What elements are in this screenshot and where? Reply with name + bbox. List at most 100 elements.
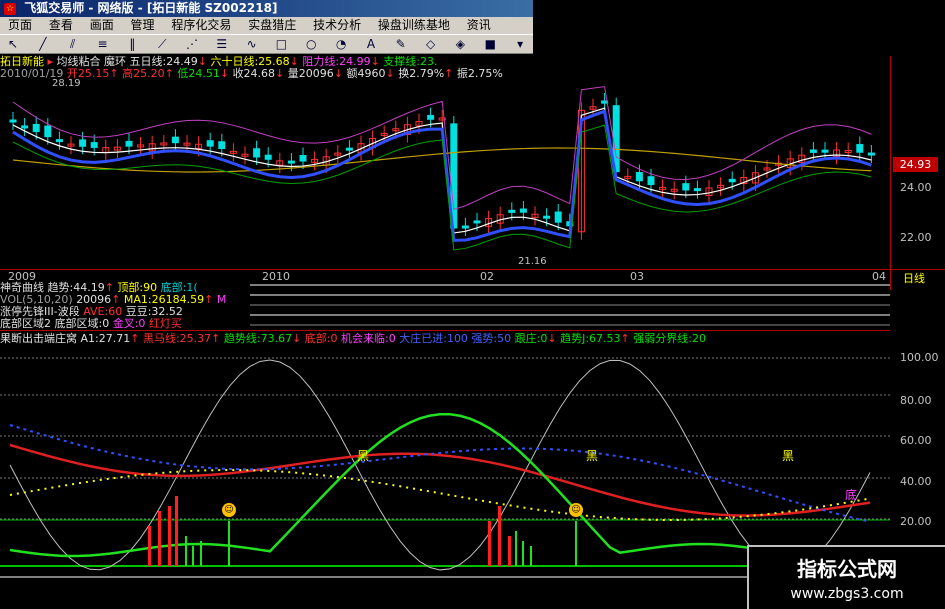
- genzhuang-value: 跟庄:0: [514, 332, 548, 345]
- smiley-icon: ☺: [569, 503, 583, 517]
- candle-body: [125, 140, 133, 147]
- candle-body: [287, 160, 295, 164]
- candle-body: [427, 115, 435, 120]
- candle-body: [90, 142, 98, 148]
- more-icon[interactable]: ▾: [512, 36, 528, 52]
- qiangruo-value: 强弱分界线:20: [633, 332, 706, 345]
- candle-body: [543, 215, 551, 219]
- green-bar: [530, 546, 532, 566]
- candlestick-chart[interactable]: [0, 80, 890, 270]
- qiangshi-value: 强势:50: [471, 332, 512, 345]
- bottom-indicator-name[interactable]: 果断出击端庄窝: [0, 332, 77, 345]
- red-light-value: 红灯买: [148, 317, 182, 330]
- watermark-url: www.zbgs3.com: [790, 586, 904, 602]
- menu-item-hunt[interactable]: 实盘猎庄: [240, 17, 301, 34]
- bottom-area-value: 底部区域:0: [54, 317, 110, 330]
- text-icon[interactable]: A: [363, 36, 379, 52]
- red-bar: [508, 536, 511, 566]
- red-bar: [498, 506, 501, 566]
- indicator-name-4[interactable]: 底部区域2: [0, 317, 51, 330]
- high-value: 高25.20: [122, 67, 165, 80]
- candle-body: [264, 154, 272, 160]
- red-bar: [168, 506, 171, 566]
- heima-value: 黑马线:25.37: [142, 332, 212, 345]
- candle-body: [253, 148, 261, 158]
- wave-icon[interactable]: ∿: [244, 36, 260, 52]
- candle-body: [856, 144, 864, 153]
- qushi-value: 趋势线:73.67: [223, 332, 293, 345]
- turnover-value: 换2.79%: [398, 67, 445, 80]
- menu-bar: 页面 查看 画面 管理 程序化交易 实盘猎庄 技术分析 操盘训练基地 资讯: [0, 17, 533, 34]
- window-title: 飞狐交易师 - 网络版 - [拓日新能 SZ002218]: [24, 1, 278, 15]
- a1-value: A1:27.71: [80, 332, 131, 345]
- line-icon[interactable]: ╱: [35, 36, 51, 52]
- candle-body: [79, 139, 87, 147]
- channel-icon[interactable]: ≡: [94, 36, 110, 52]
- candle-body: [218, 141, 226, 150]
- candle-body: [647, 176, 655, 186]
- gann-icon[interactable]: ⋰: [184, 36, 200, 52]
- amount-value: 额4960: [346, 67, 386, 80]
- menu-item-program-trade[interactable]: 程序化交易: [163, 17, 236, 34]
- red-bar: [148, 526, 151, 566]
- red-bar: [158, 511, 161, 566]
- green-bar: [200, 541, 202, 566]
- smiley-icon: ☺: [222, 503, 236, 517]
- menu-item-page[interactable]: 页面: [0, 17, 37, 34]
- blue-ma-line: [12, 109, 872, 242]
- hei-mark-2: 黑: [586, 449, 599, 463]
- fib-icon[interactable]: ☰: [214, 36, 230, 52]
- osc-tick-100: 100.00: [900, 351, 939, 364]
- green-bar: [575, 521, 577, 566]
- paint-icon[interactable]: ✎: [393, 36, 409, 52]
- candle-body: [519, 208, 527, 213]
- menu-item-screen[interactable]: 画面: [82, 17, 119, 34]
- ellipse-icon[interactable]: ○: [303, 36, 319, 52]
- candle-body: [682, 183, 690, 191]
- period-label[interactable]: 日线: [903, 270, 925, 286]
- watermark-title: 指标公式网: [797, 557, 897, 581]
- menu-item-tech-analysis[interactable]: 技术分析: [305, 17, 366, 34]
- y-tick-22: 22.00: [900, 231, 932, 244]
- pointer-icon[interactable]: ↖: [5, 36, 21, 52]
- osc-tick-40: 40.00: [900, 475, 932, 488]
- sub-indicator-lines: [250, 284, 890, 326]
- candle-body: [554, 211, 562, 223]
- candle-body: [821, 149, 829, 153]
- date-axis-line: [0, 269, 945, 270]
- red-osc-line: [9, 443, 871, 517]
- resistance-line: [12, 86, 872, 210]
- bars-icon[interactable]: ‖: [124, 36, 140, 52]
- save-icon[interactable]: ■: [482, 36, 498, 52]
- candle-body: [635, 172, 643, 182]
- golden-cross-value: 金叉:0: [112, 317, 146, 330]
- menu-item-view[interactable]: 查看: [41, 17, 78, 34]
- palette-icon[interactable]: ◈: [452, 36, 468, 52]
- cycle-icon[interactable]: ◔: [333, 36, 349, 52]
- menu-item-manage[interactable]: 管理: [123, 17, 160, 34]
- green-bar: [185, 536, 187, 566]
- app-logo-icon: ☆: [4, 2, 16, 15]
- candle-body: [345, 147, 353, 151]
- osc-tick-80: 80.00: [900, 394, 932, 407]
- rectangle-icon[interactable]: □: [273, 36, 289, 52]
- menu-item-news[interactable]: 资讯: [459, 17, 496, 34]
- candle-body: [171, 136, 179, 144]
- price-axis-separator: [890, 56, 891, 290]
- green-bar: [515, 531, 517, 566]
- parallel-icon[interactable]: ⫽: [65, 36, 81, 52]
- candle-body: [809, 149, 817, 153]
- fan-icon[interactable]: ⟋: [154, 36, 170, 52]
- menu-item-training[interactable]: 操盘训练基地: [370, 17, 455, 34]
- candle-body: [508, 209, 516, 213]
- sub-row-4: 底部区域2 底部区域:0 金叉:0 红灯买: [0, 318, 182, 330]
- bottom-panel-divider: [0, 330, 890, 331]
- hei-mark-1: 黑: [357, 449, 370, 463]
- candle-body: [473, 220, 481, 224]
- eraser-icon[interactable]: ◇: [423, 36, 439, 52]
- candle-body: [867, 152, 875, 156]
- current-price-tag: 24.93: [893, 157, 938, 172]
- candle-body: [21, 125, 29, 129]
- green-bar: [192, 546, 194, 566]
- hei-mark-3: 黑: [782, 449, 795, 463]
